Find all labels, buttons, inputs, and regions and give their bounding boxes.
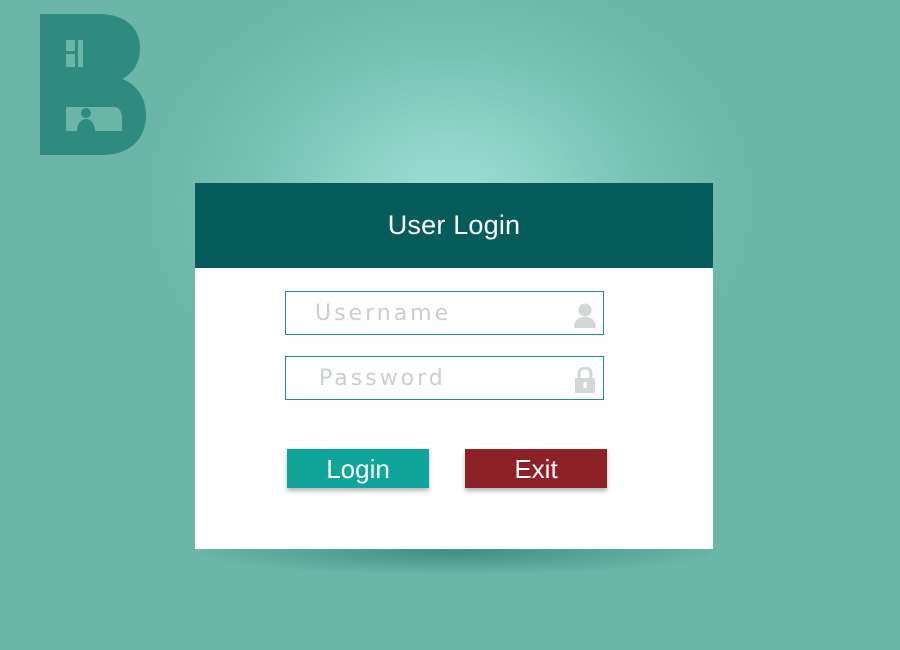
login-dialog: User Login Login Exit [195, 183, 713, 549]
password-field [285, 356, 604, 400]
username-field [285, 291, 604, 335]
password-input[interactable] [286, 357, 566, 399]
dialog-header: User Login [195, 183, 713, 268]
lock-icon [575, 367, 595, 393]
brand-logo [40, 14, 146, 155]
dialog-title: User Login [387, 210, 521, 240]
login-button[interactable]: Login [287, 449, 429, 488]
username-input[interactable] [286, 292, 566, 334]
logo-b-icon [40, 14, 146, 155]
exit-button[interactable]: Exit [465, 449, 607, 488]
user-icon [574, 303, 596, 328]
